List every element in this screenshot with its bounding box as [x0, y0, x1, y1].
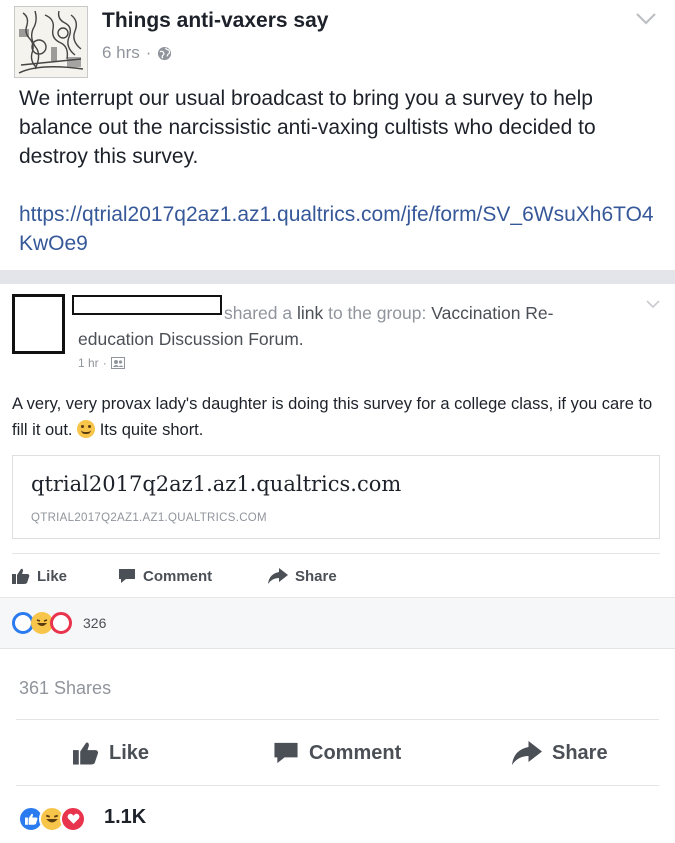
share-label: Share [552, 741, 608, 764]
share-button[interactable]: Share [512, 741, 608, 765]
post-link[interactable]: https://qtrial2017q2az1.az1.qualtrics.co… [19, 200, 659, 258]
shared-share-button[interactable]: Share [268, 568, 337, 585]
page-name[interactable]: Things anti-vaxers say [102, 9, 328, 33]
shared-reaction-count[interactable]: 326 [83, 615, 106, 631]
page-avatar[interactable] [14, 6, 88, 78]
smile-emoji-icon [77, 420, 96, 438]
redacted-avatar [12, 294, 65, 354]
shared-reaction-icons[interactable] [12, 612, 72, 634]
comment-button[interactable]: Comment [273, 741, 401, 765]
link-card-domain: QTRIAL2017Q2AZ1.AZ1.QUALTRICS.COM [31, 512, 267, 524]
like-thumb-icon [73, 742, 99, 765]
inner-chevron-down-icon[interactable] [646, 300, 660, 310]
section-separator [0, 270, 675, 284]
page-logo-icon [15, 7, 87, 77]
meta-dot: · [145, 43, 152, 62]
post-time[interactable]: 6 hrs [102, 43, 140, 63]
shares-count[interactable]: 361 Shares [19, 678, 111, 699]
shared-post-meta: 1 hr · [78, 356, 125, 370]
shared-post-time[interactable]: 1 hr [78, 356, 99, 370]
globe-icon [158, 46, 172, 60]
shared-comment-label: Comment [143, 567, 213, 585]
footer-divider-top [16, 719, 659, 720]
like-thumb-icon [12, 568, 30, 584]
shared-like-label: Like [37, 567, 68, 585]
post-reaction-icons[interactable] [18, 806, 86, 832]
shared-like-button[interactable]: Like [12, 568, 118, 585]
link-card-title[interactable]: qtrial2017q2az1.az1.qualtrics.com [31, 472, 401, 496]
shared-text: shared a link to the group: [224, 303, 427, 323]
group-icon [110, 357, 125, 369]
shared-link-word[interactable]: link [297, 303, 323, 323]
comment-bubble-icon [274, 742, 298, 764]
shared-comment-button[interactable]: Comment [118, 568, 268, 585]
shared-share-label: Share [295, 567, 337, 585]
meta-dot: · [102, 356, 107, 370]
post-meta: 6 hrs · [102, 43, 172, 63]
chevron-down-icon[interactable] [635, 12, 657, 26]
shared-post-body: A very, very provax lady's daughter is d… [12, 391, 664, 443]
inner-divider [12, 553, 660, 554]
like-label: Like [109, 741, 150, 764]
share-arrow-icon [512, 741, 542, 765]
shared-header: shared a link to the group: Vaccination … [78, 300, 623, 352]
shared-post-actions: Like Comment Share [12, 563, 337, 589]
link-preview-card[interactable]: qtrial2017q2az1.az1.qualtrics.com QTRIAL… [12, 455, 660, 539]
footer-divider-bottom [16, 785, 659, 786]
like-button[interactable]: Like [73, 741, 149, 765]
comment-label: Comment [309, 741, 402, 764]
post-reaction-count[interactable]: 1.1K [104, 806, 146, 829]
share-arrow-icon [268, 568, 288, 584]
body-after-emoji: Its quite short. [99, 421, 204, 439]
love-reaction-icon [60, 806, 86, 832]
post-body: We interrupt our usual broadcast to brin… [19, 87, 596, 168]
post-actions: Like Comment Share [0, 733, 675, 777]
comment-bubble-icon [119, 569, 135, 583]
love-reaction-icon [50, 612, 72, 634]
